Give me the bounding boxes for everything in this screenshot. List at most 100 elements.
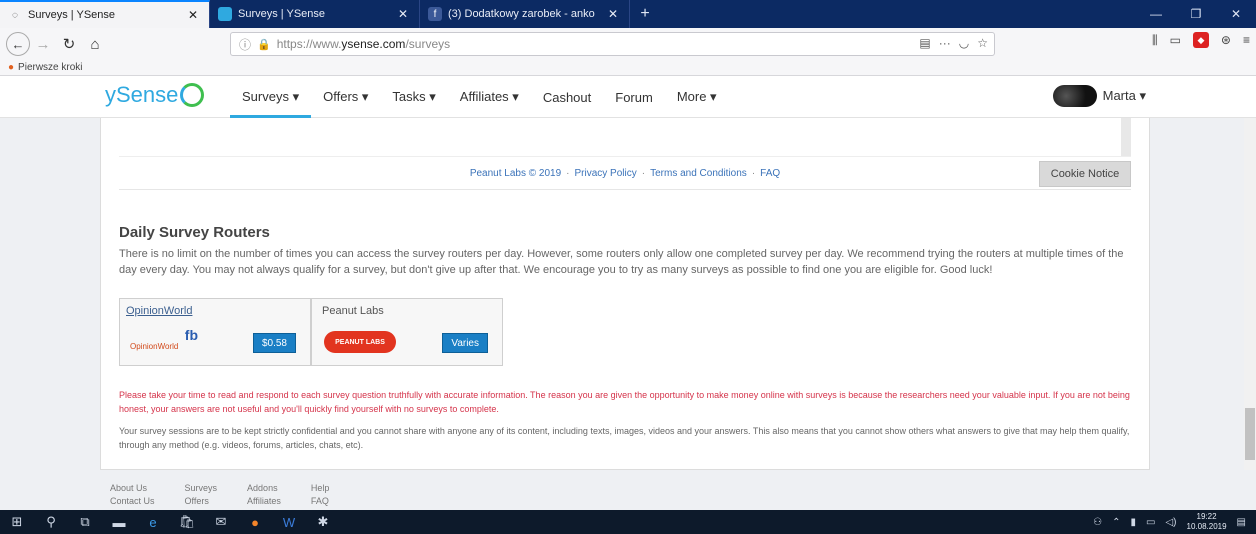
cookie-notice-button[interactable]: Cookie Notice <box>1039 161 1131 187</box>
ysense-logo[interactable]: ySense <box>105 82 205 108</box>
nav-offers[interactable]: Offers ▾ <box>311 76 380 118</box>
sidebar-icon[interactable]: ▭ <box>1170 33 1181 47</box>
pocket-icon[interactable]: ◡ <box>959 36 969 50</box>
extension-icon[interactable]: ◆ <box>1192 32 1209 48</box>
footer-link-offers[interactable]: Offers <box>185 495 218 508</box>
footer-link-affiliates[interactable]: Affiliates <box>247 495 281 508</box>
windows-taskbar: ⊞ ⚲ ⧉ ▬ e 🛍 ✉ ● W ✱ ⚇ ⌃ ▮ ▭ ◁) 19:22 10.… <box>0 510 1256 534</box>
browser-tab-3[interactable]: f (3) Dodatkowy zarobek - anko ✕ <box>420 0 630 28</box>
copyright-link[interactable]: Peanut Labs © 2019 <box>470 168 561 179</box>
mail-icon[interactable]: ✉ <box>204 510 238 534</box>
footer-column: Surveys Offers <box>185 482 218 508</box>
nav-more[interactable]: More ▾ <box>665 76 729 118</box>
task-view-icon[interactable]: ⧉ <box>68 510 102 534</box>
confidentiality-note: Your survey sessions are to be kept stri… <box>119 426 1130 450</box>
footer-column: Help FAQ <box>311 482 330 508</box>
firefox-icon[interactable]: ● <box>238 510 272 534</box>
home-icon[interactable]: ⌂ <box>82 31 108 57</box>
reload-icon[interactable]: ↻ <box>56 31 82 57</box>
browser-tab-strip: ◌ Surveys | YSense ✕ Surveys | YSense ✕ … <box>0 0 1256 28</box>
section-description: There is no limit on the number of times… <box>119 248 1124 276</box>
page-scrollbar[interactable] <box>1244 118 1256 470</box>
honesty-warning: Please take your time to read and respon… <box>119 390 1130 414</box>
app-icon[interactable]: ✱ <box>306 510 340 534</box>
clock[interactable]: 19:22 10.08.2019 <box>1187 512 1227 532</box>
logo-ring-icon <box>180 83 205 107</box>
notifications-icon[interactable]: ▤ <box>1237 517 1246 528</box>
network-icon[interactable]: ▮ <box>1131 517 1137 528</box>
window-close-icon[interactable]: ✕ <box>1216 0 1256 28</box>
firefox-bookmark-icon: ● <box>8 62 15 73</box>
footer-link-faq[interactable]: FAQ <box>311 495 330 508</box>
file-explorer-icon[interactable]: ▬ <box>102 510 136 534</box>
scrollbar-thumb[interactable] <box>1245 408 1255 460</box>
separator: · <box>641 167 646 179</box>
loading-icon: ◌ <box>12 9 18 21</box>
router-reward-button[interactable]: Varies <box>442 333 488 353</box>
nav-surveys[interactable]: Surveys ▾ <box>230 76 312 118</box>
router-name: Peanut Labs <box>322 305 384 317</box>
volume-icon[interactable]: ◁) <box>1165 517 1176 528</box>
close-icon[interactable]: ✕ <box>605 7 621 21</box>
tab-title: Surveys | YSense <box>28 9 116 21</box>
store-icon[interactable]: 🛍 <box>170 510 204 534</box>
frame-footer: Peanut Labs © 2019 · Privacy Policy · Te… <box>119 156 1131 189</box>
maximize-icon[interactable]: ❐ <box>1176 0 1216 28</box>
peanut-labs-frame: Peanut Labs © 2019 · Privacy Policy · Te… <box>119 118 1131 190</box>
faq-link[interactable]: FAQ <box>760 168 780 179</box>
nav-cashout[interactable]: Cashout <box>531 76 603 118</box>
router-reward-button[interactable]: $0.58 <box>252 333 296 353</box>
privacy-policy-link[interactable]: Privacy Policy <box>575 168 637 179</box>
search-icon[interactable]: ⚲ <box>34 510 68 534</box>
chevron-up-icon[interactable]: ⌃ <box>1112 517 1120 528</box>
footer-link-help[interactable]: Help <box>311 482 330 495</box>
peanut-labs-logo: PEANUT LABS <box>324 331 396 353</box>
word-icon[interactable]: W <box>272 510 306 534</box>
bookmark-getting-started[interactable]: Pierwsze kroki <box>18 62 82 73</box>
footer-link-about[interactable]: About Us <box>110 482 155 495</box>
footer-link-surveys[interactable]: Surveys <box>185 482 218 495</box>
section-title: Daily Survey Routers <box>119 224 270 241</box>
router-list: OpinionWorld fb OpinionWorld $0.58 Peanu… <box>119 298 503 366</box>
router-peanut-labs[interactable]: Peanut Labs PEANUT LABS Varies <box>311 298 503 366</box>
bookmark-star-icon[interactable]: ☆ <box>977 36 988 50</box>
minimize-icon[interactable]: — <box>1136 0 1176 28</box>
logo-text: OpinionWorld <box>130 342 179 351</box>
forward-icon[interactable]: → <box>30 31 56 57</box>
close-icon[interactable]: ✕ <box>185 8 201 22</box>
logo-text: ySense <box>105 82 179 107</box>
nav-affiliates[interactable]: Affiliates ▾ <box>448 76 531 118</box>
user-menu[interactable]: Marta ▾ <box>1052 85 1146 107</box>
router-opinionworld[interactable]: OpinionWorld fb OpinionWorld $0.58 <box>119 298 311 366</box>
close-icon[interactable]: ✕ <box>395 7 411 21</box>
reader-view-icon[interactable]: ▤ <box>919 36 930 50</box>
battery-icon[interactable]: ▭ <box>1146 517 1155 528</box>
more-actions-icon[interactable]: ··· <box>939 36 951 50</box>
menu-icon[interactable]: ≡ <box>1243 33 1250 47</box>
nav-tasks[interactable]: Tasks ▾ <box>380 76 447 118</box>
edge-icon[interactable]: e <box>136 510 170 534</box>
ysense-favicon-icon <box>218 7 232 21</box>
opinionworld-logo: fb OpinionWorld <box>130 327 202 353</box>
address-bar[interactable]: ⓘ 🔒 https://www. ysense.com/surveys ▤ ···… <box>230 32 995 56</box>
browser-tab-2[interactable]: Surveys | YSense ✕ <box>210 0 420 28</box>
nav-forum[interactable]: Forum <box>603 76 665 118</box>
clock-time: 19:22 <box>1196 512 1217 521</box>
footer-link-contact[interactable]: Contact Us <box>110 495 155 508</box>
avatar <box>1052 85 1097 107</box>
browser-tab-1[interactable]: ◌ Surveys | YSense ✕ <box>0 0 210 28</box>
back-icon[interactable]: ← <box>6 32 30 56</box>
footer-link-addons[interactable]: Addons <box>247 482 281 495</box>
people-icon[interactable]: ⚇ <box>1093 517 1102 528</box>
frame-scrollbar[interactable] <box>1121 118 1131 156</box>
new-tab-button[interactable]: + <box>630 0 660 28</box>
router-name[interactable]: OpinionWorld <box>126 305 192 317</box>
addon-icon[interactable]: ⊛ <box>1221 33 1231 47</box>
windows-start-icon[interactable]: ⊞ <box>0 510 34 534</box>
opinionworld-mark-icon: fb <box>184 327 198 343</box>
library-icon[interactable]: ⫼ <box>1152 33 1158 48</box>
tab-title: Surveys | YSense <box>238 8 326 20</box>
terms-link[interactable]: Terms and Conditions <box>650 168 747 179</box>
info-icon[interactable]: ⓘ <box>239 36 251 53</box>
separator: · <box>566 167 570 179</box>
